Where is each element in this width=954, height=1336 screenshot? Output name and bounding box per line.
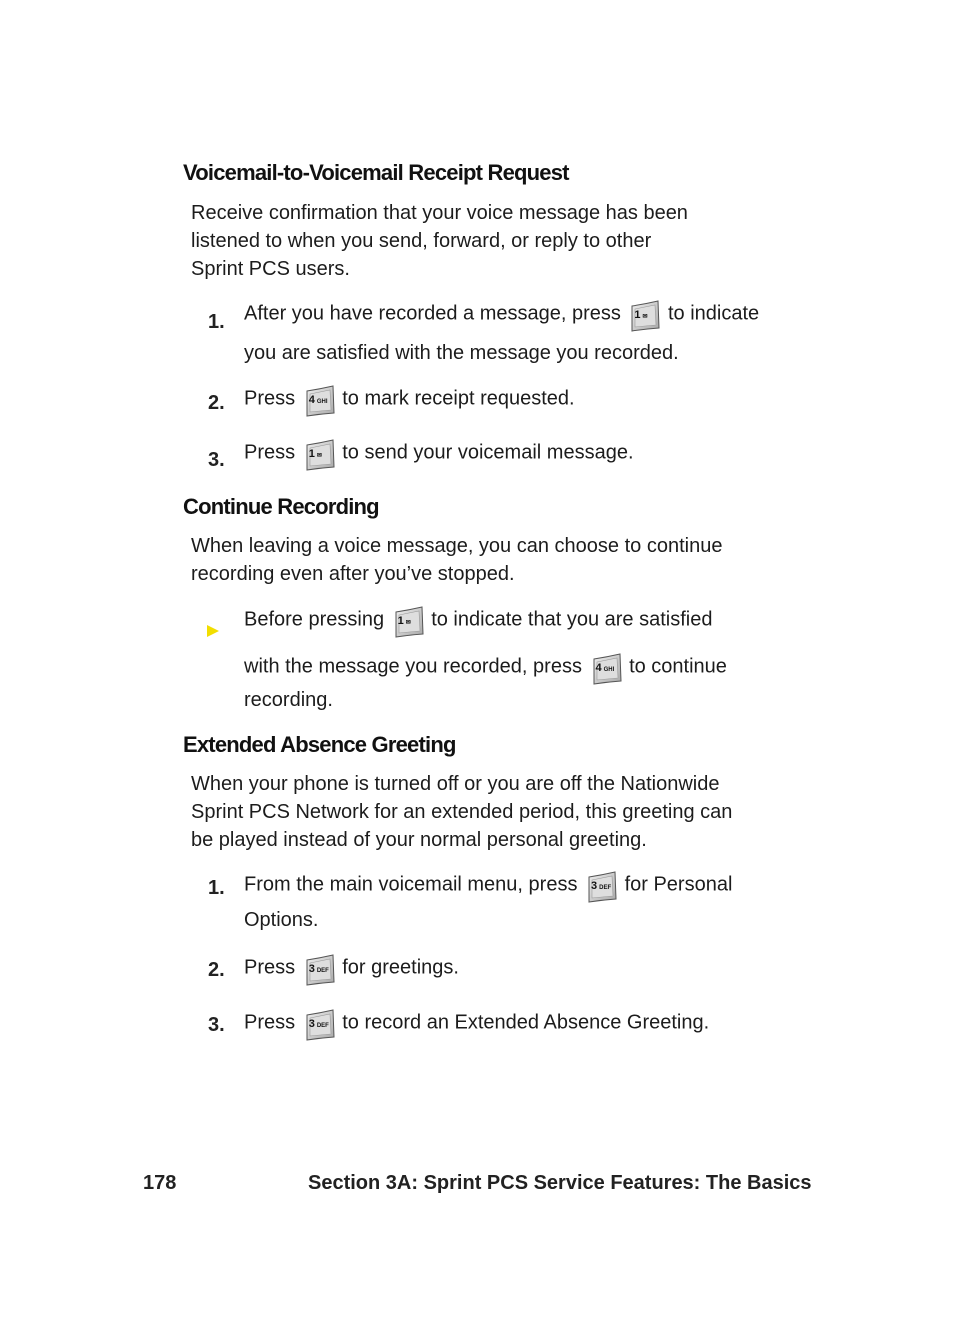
step-text-continued: Options. (244, 909, 319, 931)
section-intro: Receive confirmation that your voice mes… (191, 199, 688, 283)
step-text: After you have recorded a message, press… (244, 299, 759, 329)
section-intro: When leaving a voice message, you can ch… (191, 532, 722, 588)
step-text-after: to indicate (662, 302, 760, 325)
section-heading-extended-absence: Extended Absence Greeting (183, 732, 456, 757)
intro-line: recording even after you’ve stopped. (191, 563, 515, 585)
key-1-icon: 1 ✉ (630, 299, 658, 329)
intro-line: Sprint PCS Network for an extended perio… (191, 801, 733, 823)
section-heading-receipt-request: Voicemail-to-Voicemail Receipt Request (183, 160, 569, 185)
step-number: 1. (208, 311, 225, 333)
intro-line: When your phone is turned off or you are… (191, 773, 720, 795)
section-heading-continue-recording: Continue Recording (183, 494, 380, 519)
key-3-icon: 3 DEF (305, 953, 333, 983)
key-4-icon: 4 GHI (592, 652, 620, 682)
intro-line: listened to when you send, forward, or r… (191, 230, 652, 252)
step-text: Press 4 GHI to mark receipt requested. (244, 384, 575, 414)
step-text: From the main voicemail menu, press 3 DEF… (244, 870, 732, 900)
key-1-icon: 1 ✉ (394, 605, 422, 635)
step-number: 2. (208, 959, 225, 981)
bullet-arrow-icon (207, 625, 219, 637)
key-4-icon: 4 GHI (305, 384, 333, 414)
intro-line: be played instead of your normal persona… (191, 829, 647, 851)
key-3-icon: 3 DEF (305, 1008, 333, 1038)
key-1-icon: 1 ✉ (305, 438, 333, 468)
step-number: 3. (208, 449, 225, 471)
step-text: Press 1 ✉ to send your voicemail message. (244, 438, 634, 468)
section-title: Section 3A: Sprint PCS Service Features:… (308, 1172, 812, 1194)
intro-line: Sprint PCS users. (191, 258, 350, 280)
intro-line: Receive confirmation that your voice mes… (191, 202, 688, 224)
step-text: Press 3 DEF for greetings. (244, 953, 459, 983)
step-text-continued: you are satisfied with the message you r… (244, 342, 679, 364)
page-number: 178 (143, 1172, 177, 1194)
step-number: 1. (208, 877, 225, 899)
section-intro: When your phone is turned off or you are… (191, 770, 732, 854)
step-number: 2. (208, 392, 225, 414)
tip-text: Before pressing 1 ✉ to indicate that you … (244, 605, 712, 635)
tip-text: with the message you recorded, press 4 GH… (244, 652, 727, 682)
intro-line: When leaving a voice message, you can ch… (191, 535, 723, 557)
step-text-before: After you have recorded a message, press (244, 302, 627, 325)
tip-text: recording. (244, 689, 333, 711)
step-text: Press 3 DEF to record an Extended Absence… (244, 1008, 709, 1038)
step-number: 3. (208, 1014, 225, 1036)
key-3-icon: 3 DEF (587, 870, 615, 900)
